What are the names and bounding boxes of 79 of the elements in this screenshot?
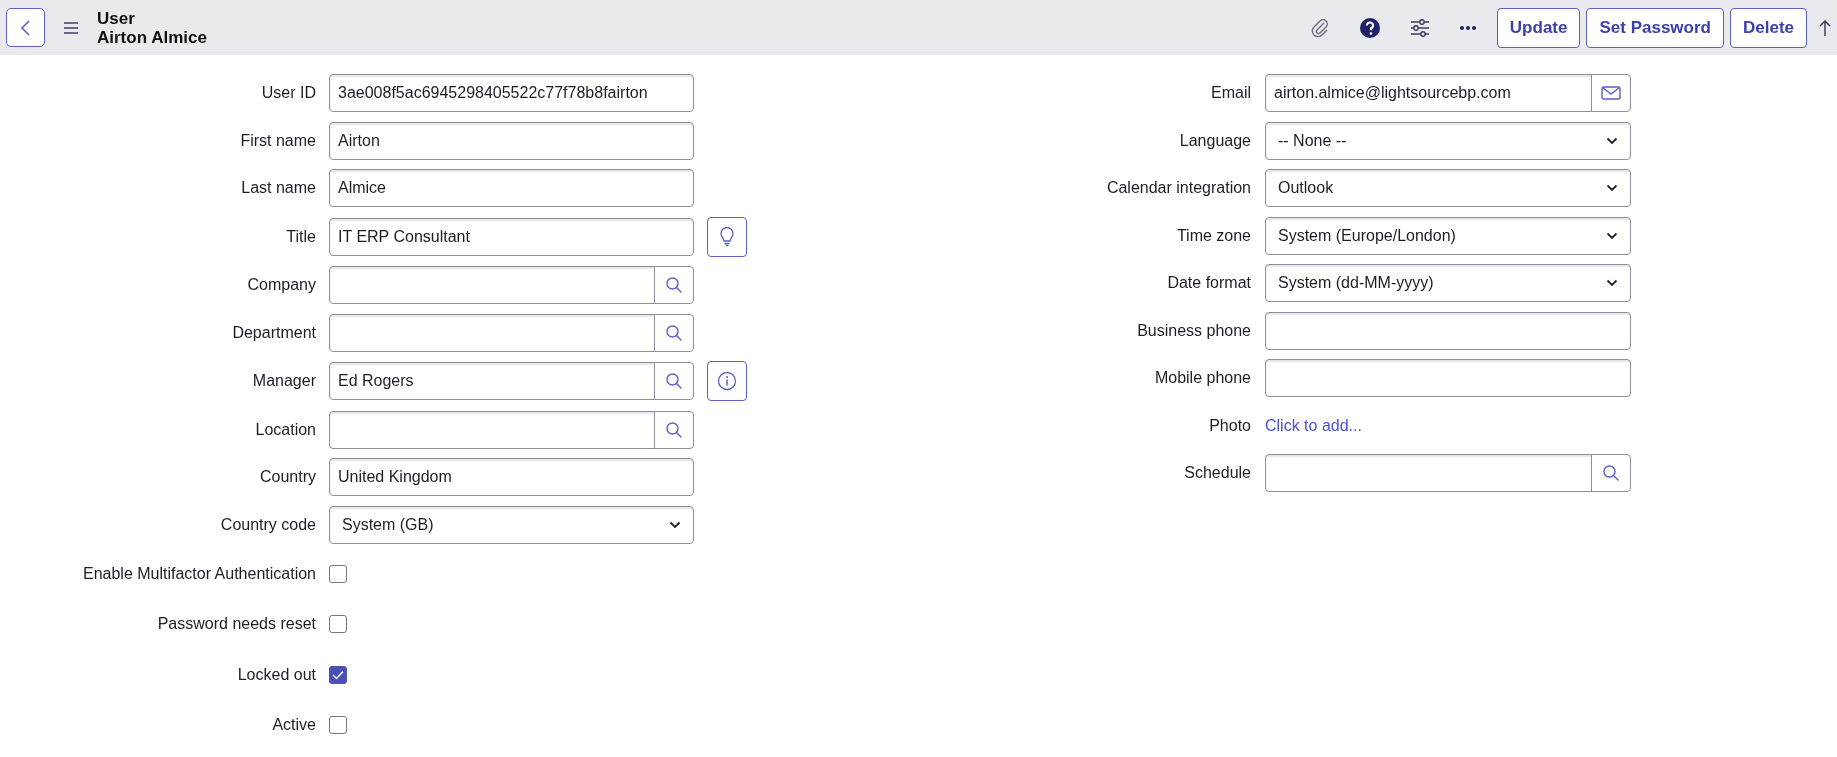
field-label: Language (1178, 131, 1251, 150)
text-field[interactable]: Almice (329, 169, 694, 207)
lookup-button[interactable] (654, 362, 694, 400)
field-label: Calendar integration (1105, 179, 1251, 197)
reference-field[interactable]: Ed Rogers (329, 362, 655, 400)
text-field[interactable]: IT ERP Consultant (329, 217, 694, 256)
chevron-icon (1606, 279, 1618, 287)
field-label: First name (239, 131, 316, 150)
text-field[interactable] (1265, 359, 1631, 397)
lightbulb-icon (719, 226, 735, 247)
text-field[interactable]: 3ae008f5ac6945298405522c77f78b8fairton (329, 74, 694, 112)
action-button[interactable]: Delete (1729, 7, 1807, 48)
select-field[interactable]: Outlook (1265, 169, 1631, 207)
help-icon[interactable] (1358, 16, 1381, 39)
action-button[interactable]: Set Password (1586, 7, 1724, 48)
lookup-button[interactable] (654, 266, 694, 304)
menu-icon[interactable] (63, 21, 79, 34)
field-label: Date format (1166, 274, 1251, 292)
field-label: Photo (1208, 416, 1251, 435)
chevron-icon (669, 520, 681, 529)
checkbox[interactable] (329, 665, 347, 684)
action-button[interactable]: Update (1496, 7, 1581, 48)
field-label: Business phone (1136, 321, 1251, 340)
field-label: Manager (251, 372, 316, 390)
field-label: Country code (219, 515, 316, 534)
suggestion-button[interactable] (707, 216, 747, 257)
checkbox[interactable] (329, 615, 347, 633)
chevron-icon (1606, 184, 1618, 192)
search-icon (665, 276, 683, 294)
checkbox-label: Enable Multifactor Authentication (81, 564, 316, 583)
lookup-button[interactable] (654, 410, 694, 449)
up-arrow-icon[interactable] (1819, 18, 1831, 37)
envelope-icon (1601, 86, 1621, 100)
select-field[interactable]: -- None -- (1265, 121, 1631, 160)
add-photo-link[interactable]: Click to add... (1265, 416, 1362, 435)
reference-field[interactable] (329, 313, 655, 352)
search-icon (665, 323, 683, 342)
checkbox-label: Locked out (236, 665, 316, 684)
send-email-button[interactable] (1591, 74, 1631, 112)
search-icon (665, 372, 683, 390)
field-label: Schedule (1183, 464, 1251, 482)
field-label: Email (1210, 84, 1251, 102)
back-button[interactable] (6, 8, 45, 47)
select-field[interactable]: System (dd-MM-yyyy) (1265, 264, 1631, 302)
chevron-icon (1606, 231, 1618, 240)
chevron-icon (1606, 136, 1618, 145)
info-icon (717, 371, 737, 391)
field-label: Department (231, 323, 316, 342)
select-field[interactable]: System (GB) (329, 505, 694, 544)
record-name: Airton Almice (97, 27, 207, 47)
field-label: Company (246, 276, 316, 294)
field-label: Title (285, 227, 316, 246)
field-label: Last name (240, 179, 316, 197)
text-field[interactable]: United Kingdom (329, 458, 694, 496)
reference-field[interactable] (1265, 454, 1592, 492)
more-icon[interactable] (1458, 24, 1477, 31)
field-label: Location (254, 420, 316, 439)
lookup-button[interactable] (654, 313, 694, 352)
email-field[interactable]: airton.almice@lightsourcebp.com (1265, 74, 1592, 112)
checkbox[interactable] (329, 716, 347, 734)
checkbox[interactable] (329, 564, 347, 583)
reference-field[interactable] (329, 410, 655, 449)
checkbox-label: Active (271, 716, 316, 734)
select-field[interactable]: System (Europe/London) (1265, 216, 1631, 255)
field-label: Time zone (1175, 226, 1251, 245)
search-icon (1602, 464, 1620, 482)
record-type: User (97, 8, 136, 28)
field-label: Mobile phone (1153, 369, 1251, 387)
checkbox-label: Password needs reset (156, 615, 316, 633)
search-icon (665, 420, 683, 439)
field-label: User ID (260, 84, 316, 102)
info-button[interactable] (707, 361, 747, 401)
lookup-button[interactable] (1591, 454, 1631, 492)
text-field[interactable] (1265, 311, 1631, 350)
text-field[interactable]: Airton (329, 121, 694, 160)
reference-field[interactable] (329, 266, 655, 304)
field-label: Country (258, 468, 316, 486)
checkmark-icon (331, 668, 345, 681)
sliders-icon[interactable] (1408, 16, 1431, 39)
